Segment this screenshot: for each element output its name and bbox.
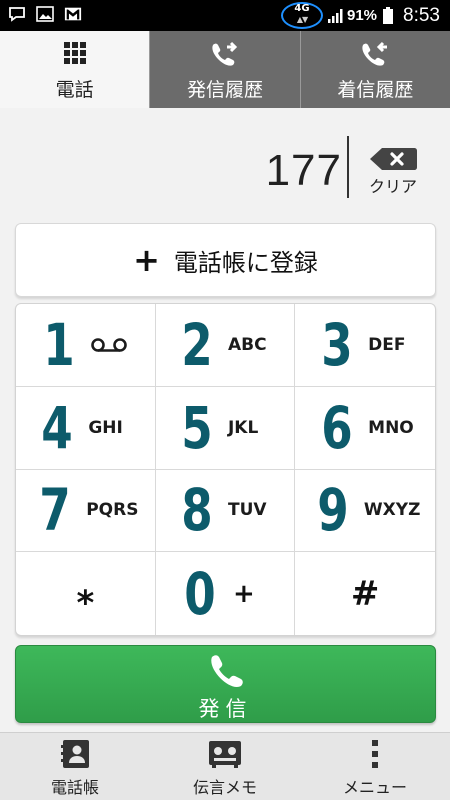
nav-voice-memo[interactable]: 伝言メモ xyxy=(150,733,300,800)
key-1[interactable]: 1 xyxy=(16,304,156,387)
phone-icon xyxy=(210,655,243,687)
key-digit: 2 xyxy=(181,310,213,379)
incoming-call-icon xyxy=(362,41,388,66)
battery-percent: 91% xyxy=(346,7,378,24)
key-digit: 8 xyxy=(181,476,213,545)
key-letters: JKL xyxy=(227,417,259,438)
key-digit: 0 xyxy=(184,559,216,628)
key-digit: 6 xyxy=(321,393,353,462)
key-plus: + xyxy=(232,578,255,609)
clear-button[interactable]: クリア xyxy=(364,142,422,198)
key-digit: 4 xyxy=(41,393,74,462)
dial-keypad: 1 2 ABC 3 DEF 4 GHI 5 JKL 6 MNO 7 PQRS 8… xyxy=(15,303,436,636)
signal-icon xyxy=(327,8,343,23)
contacts-book-icon xyxy=(61,740,89,768)
nav-label: 電話帳 xyxy=(50,778,99,797)
keypad-grid-icon xyxy=(63,42,86,64)
nav-label: メニュー xyxy=(342,778,407,797)
gallery-icon xyxy=(36,5,54,23)
key-letters: PQRS xyxy=(86,500,139,521)
key-4[interactable]: 4 GHI xyxy=(16,386,156,470)
menu-dots-icon xyxy=(372,740,378,768)
add-to-contacts-label: 電話帳に登録 xyxy=(173,248,318,277)
hash-symbol: # xyxy=(350,573,380,614)
battery-icon xyxy=(383,7,394,24)
status-notifications xyxy=(8,5,82,23)
star-symbol: ⁎ xyxy=(76,573,95,614)
key-letters: ABC xyxy=(227,334,267,355)
clock: 8:53 xyxy=(403,4,440,26)
key-star[interactable]: ⁎ xyxy=(16,552,156,635)
nav-menu[interactable]: メニュー xyxy=(300,733,450,800)
notification-icon xyxy=(8,5,26,23)
call-label: 発信 xyxy=(198,697,253,721)
key-letters: GHI xyxy=(88,417,123,438)
text-cursor xyxy=(347,136,349,198)
key-digit: 5 xyxy=(181,393,213,462)
tab-outgoing-history[interactable]: 発信履歴 xyxy=(149,31,300,108)
add-to-contacts-button[interactable]: + 電話帳に登録 xyxy=(15,223,436,297)
key-letters: WXYZ xyxy=(363,500,421,521)
bottom-nav: 電話帳 伝言メモ メニュー xyxy=(0,732,450,800)
key-6[interactable]: 6 MNO xyxy=(295,387,435,470)
network-4g-indicator: 4G ▲▼ xyxy=(280,0,323,31)
key-letters: MNO xyxy=(368,417,414,438)
dialed-number: 177 xyxy=(265,146,342,195)
key-7[interactable]: 7 PQRS xyxy=(16,469,156,553)
key-5[interactable]: 5 JKL xyxy=(155,386,296,470)
call-button[interactable]: 発信 xyxy=(15,645,436,723)
tab-label: 発信履歴 xyxy=(186,79,263,101)
key-0[interactable]: 0 + xyxy=(156,552,296,635)
plus-icon: + xyxy=(133,241,160,279)
key-2[interactable]: 2 ABC xyxy=(155,304,296,387)
tab-incoming-history[interactable]: 着信履歴 xyxy=(299,31,450,108)
key-letters: DEF xyxy=(368,334,406,355)
nav-label: 伝言メモ xyxy=(192,778,257,797)
voice-memo-icon xyxy=(209,741,241,768)
key-8[interactable]: 8 TUV xyxy=(155,469,296,553)
key-9[interactable]: 9 WXYZ xyxy=(295,470,435,553)
key-letters: TUV xyxy=(227,500,267,521)
key-digit: 3 xyxy=(321,310,353,379)
tab-phone[interactable]: 電話 xyxy=(0,31,150,108)
gmail-icon xyxy=(64,5,82,23)
key-hash[interactable]: # xyxy=(295,552,435,635)
tab-label: 電話 xyxy=(55,79,94,101)
voicemail-icon xyxy=(91,338,128,352)
backspace-icon xyxy=(370,148,417,170)
nav-contacts[interactable]: 電話帳 xyxy=(0,733,150,800)
data-activity-icon: ▲▼ xyxy=(296,15,308,24)
clear-label: クリア xyxy=(368,177,417,196)
key-digit: 9 xyxy=(317,476,349,545)
key-digit: 1 xyxy=(43,310,76,379)
tab-label: 着信履歴 xyxy=(337,79,414,101)
status-bar: 4G ▲▼ 91% 8:53 xyxy=(0,0,450,31)
outgoing-call-icon xyxy=(212,41,238,66)
key-digit: 7 xyxy=(39,476,71,545)
tab-bar: 電話 発信履歴 着信履歴 xyxy=(0,31,450,108)
key-3[interactable]: 3 DEF xyxy=(295,304,435,387)
network-type: 4G xyxy=(294,3,310,14)
